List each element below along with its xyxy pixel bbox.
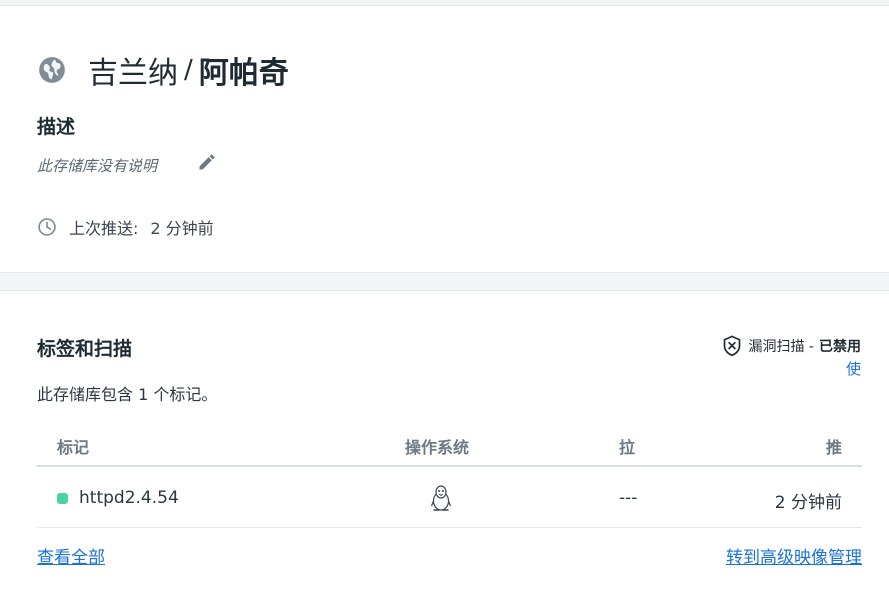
column-tag[interactable]: 标记 — [57, 434, 89, 458]
last-pushed: 上次推送: 2 分钟前 — [37, 215, 214, 239]
tag-status-dot — [57, 492, 68, 504]
vulnerability-state: 已禁用 — [819, 339, 861, 355]
tag-name[interactable]: httpd2.4.54 — [79, 488, 179, 508]
last-pushed-value: 2 分钟前 — [150, 219, 214, 238]
description-heading: 描述 — [37, 116, 76, 138]
description-text: 此存储库没有说明 — [37, 157, 158, 175]
namespace-label[interactable]: 吉兰纳 — [88, 48, 178, 92]
tags-table: 标记 操作系统 拉 推 httpd2.4.54 --- 2 分钟前 — [37, 422, 862, 528]
repo-name: 阿帕奇 — [198, 56, 289, 91]
repo-title: 吉兰纳 / 阿帕奇 — [38, 48, 289, 92]
tag-cell[interactable]: httpd2.4.54 — [57, 488, 179, 508]
shield-x-icon — [724, 335, 741, 357]
advanced-image-management-link[interactable]: 转到高级映像管理 — [726, 543, 862, 568]
vulnerability-label: 漏洞扫描 - — [748, 339, 814, 355]
column-pull[interactable]: 拉 — [619, 434, 635, 458]
title-separator: / — [184, 55, 193, 85]
enable-scan-link[interactable]: 使 — [846, 358, 861, 379]
repo-info-card: 吉兰纳 / 阿帕奇 描述 此存储库没有说明 上次推送: 2 分钟前 — [0, 5, 889, 273]
push-cell: 2 分钟前 — [774, 493, 842, 513]
column-os[interactable]: 操作系统 — [405, 434, 469, 458]
vulnerability-scan-status: 漏洞扫描 - 已禁用 — [722, 335, 861, 357]
tag-count-summary: 此存储库包含 1 个标记。 — [37, 385, 218, 404]
view-all-link[interactable]: 查看全部 — [37, 543, 105, 568]
globe-icon — [39, 57, 65, 83]
clock-icon — [38, 218, 56, 236]
last-pushed-label: 上次推送: — [69, 219, 139, 238]
os-cell — [430, 484, 452, 517]
table-row[interactable]: httpd2.4.54 --- 2 分钟前 — [37, 467, 862, 528]
column-push[interactable]: 推 — [826, 434, 842, 458]
pencil-icon[interactable] — [197, 152, 217, 172]
tags-table-header: 标记 操作系统 拉 推 — [37, 422, 862, 467]
linux-icon — [430, 485, 452, 511]
pull-cell: --- — [619, 488, 638, 508]
tags-heading: 标签和扫描 — [37, 338, 133, 360]
